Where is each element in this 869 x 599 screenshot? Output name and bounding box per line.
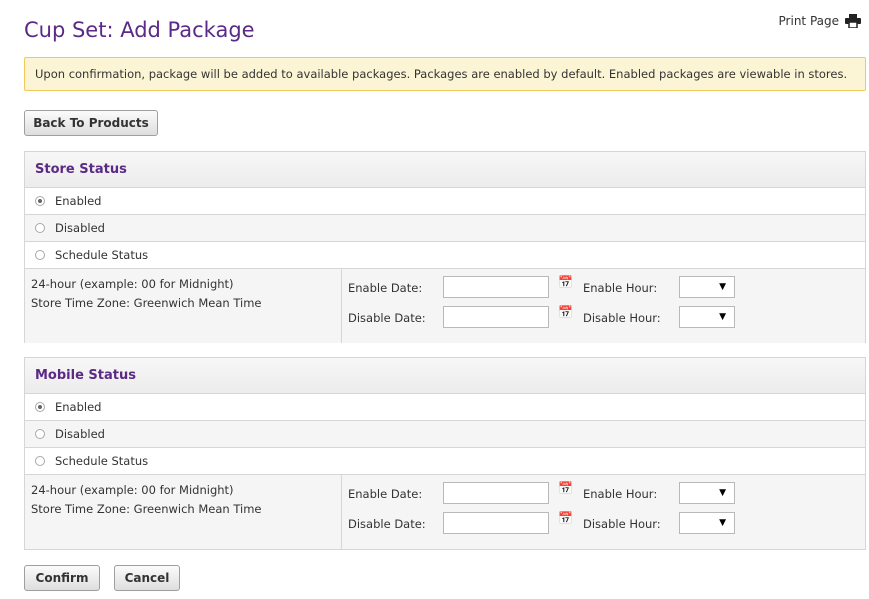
store-schedule-fields: Enable Date: 📅 Enable Hour: ▼ Disable Da… bbox=[342, 269, 865, 343]
mobile-hint-timezone: Store Time Zone: Greenwich Mean Time bbox=[31, 502, 262, 516]
store-schedule-hint: 24-hour (example: 00 for Midnight) Store… bbox=[25, 269, 342, 343]
store-enable-date-input[interactable] bbox=[443, 276, 549, 298]
store-disable-hour-select[interactable]: ▼ bbox=[679, 306, 735, 328]
mobile-enable-hour-select[interactable]: ▼ bbox=[679, 482, 735, 504]
store-schedule-settings: 24-hour (example: 00 for Midnight) Store… bbox=[25, 269, 865, 343]
chevron-down-icon: ▼ bbox=[719, 312, 726, 322]
chevron-down-icon: ▼ bbox=[719, 488, 726, 498]
store-hint-timezone: Store Time Zone: Greenwich Mean Time bbox=[31, 296, 262, 310]
mobile-disable-date-label: Disable Date: bbox=[348, 517, 426, 531]
mobile-disable-hour-label: Disable Hour: bbox=[583, 517, 661, 531]
print-page-link[interactable]: Print Page bbox=[779, 14, 861, 28]
store-enable-hour-select[interactable]: ▼ bbox=[679, 276, 735, 298]
mobile-schedule-settings: 24-hour (example: 00 for Midnight) Store… bbox=[25, 475, 865, 549]
store-schedule-row[interactable]: Schedule Status bbox=[25, 242, 865, 269]
mobile-schedule-row[interactable]: Schedule Status bbox=[25, 448, 865, 475]
mobile-enable-hour-label: Enable Hour: bbox=[583, 487, 658, 501]
store-disable-hour-label: Disable Hour: bbox=[583, 311, 661, 325]
mobile-enabled-radio[interactable] bbox=[35, 402, 45, 412]
back-to-products-button[interactable]: Back To Products bbox=[24, 110, 158, 136]
store-schedule-label: Schedule Status bbox=[55, 248, 149, 262]
calendar-icon[interactable]: 📅 bbox=[558, 305, 573, 319]
store-disable-date-label: Disable Date: bbox=[348, 311, 426, 325]
store-status-heading: Store Status bbox=[25, 152, 865, 188]
confirm-button[interactable]: Confirm bbox=[24, 565, 100, 591]
page-title: Cup Set: Add Package bbox=[24, 18, 255, 42]
mobile-enabled-row[interactable]: Enabled bbox=[25, 394, 865, 421]
store-status-panel: Store Status Enabled Disabled Schedule S… bbox=[24, 151, 866, 343]
store-enabled-radio[interactable] bbox=[35, 196, 45, 206]
print-page-label: Print Page bbox=[778, 14, 839, 28]
printer-icon bbox=[845, 14, 861, 28]
mobile-enable-date-label: Enable Date: bbox=[348, 487, 423, 501]
store-enabled-row[interactable]: Enabled bbox=[25, 188, 865, 215]
store-hint-24hour: 24-hour (example: 00 for Midnight) bbox=[31, 277, 234, 291]
mobile-schedule-radio[interactable] bbox=[35, 456, 45, 466]
mobile-status-panel: Mobile Status Enabled Disabled Schedule … bbox=[24, 357, 866, 550]
calendar-icon[interactable]: 📅 bbox=[558, 481, 573, 495]
mobile-disable-hour-select[interactable]: ▼ bbox=[679, 512, 735, 534]
store-enable-date-label: Enable Date: bbox=[348, 281, 423, 295]
mobile-disable-date-input[interactable] bbox=[443, 512, 549, 534]
mobile-disabled-radio[interactable] bbox=[35, 429, 45, 439]
mobile-schedule-hint: 24-hour (example: 00 for Midnight) Store… bbox=[25, 475, 342, 549]
mobile-hint-24hour: 24-hour (example: 00 for Midnight) bbox=[31, 483, 234, 497]
cancel-button[interactable]: Cancel bbox=[114, 565, 180, 591]
chevron-down-icon: ▼ bbox=[719, 518, 726, 528]
store-schedule-radio[interactable] bbox=[35, 250, 45, 260]
store-disabled-row[interactable]: Disabled bbox=[25, 215, 865, 242]
info-notice: Upon confirmation, package will be added… bbox=[24, 57, 866, 91]
mobile-disabled-label: Disabled bbox=[55, 427, 105, 441]
calendar-icon[interactable]: 📅 bbox=[558, 511, 573, 525]
store-disabled-radio[interactable] bbox=[35, 223, 45, 233]
store-disabled-label: Disabled bbox=[55, 221, 105, 235]
mobile-status-heading: Mobile Status bbox=[25, 358, 865, 394]
calendar-icon[interactable]: 📅 bbox=[558, 275, 573, 289]
mobile-disabled-row[interactable]: Disabled bbox=[25, 421, 865, 448]
mobile-schedule-label: Schedule Status bbox=[55, 454, 149, 468]
chevron-down-icon: ▼ bbox=[719, 282, 726, 292]
mobile-schedule-fields: Enable Date: 📅 Enable Hour: ▼ Disable Da… bbox=[342, 475, 865, 549]
mobile-enabled-label: Enabled bbox=[55, 400, 102, 414]
mobile-enable-date-input[interactable] bbox=[443, 482, 549, 504]
store-disable-date-input[interactable] bbox=[443, 306, 549, 328]
store-enabled-label: Enabled bbox=[55, 194, 102, 208]
store-enable-hour-label: Enable Hour: bbox=[583, 281, 658, 295]
add-package-page: Cup Set: Add Package Print Page Upon con… bbox=[0, 0, 869, 599]
